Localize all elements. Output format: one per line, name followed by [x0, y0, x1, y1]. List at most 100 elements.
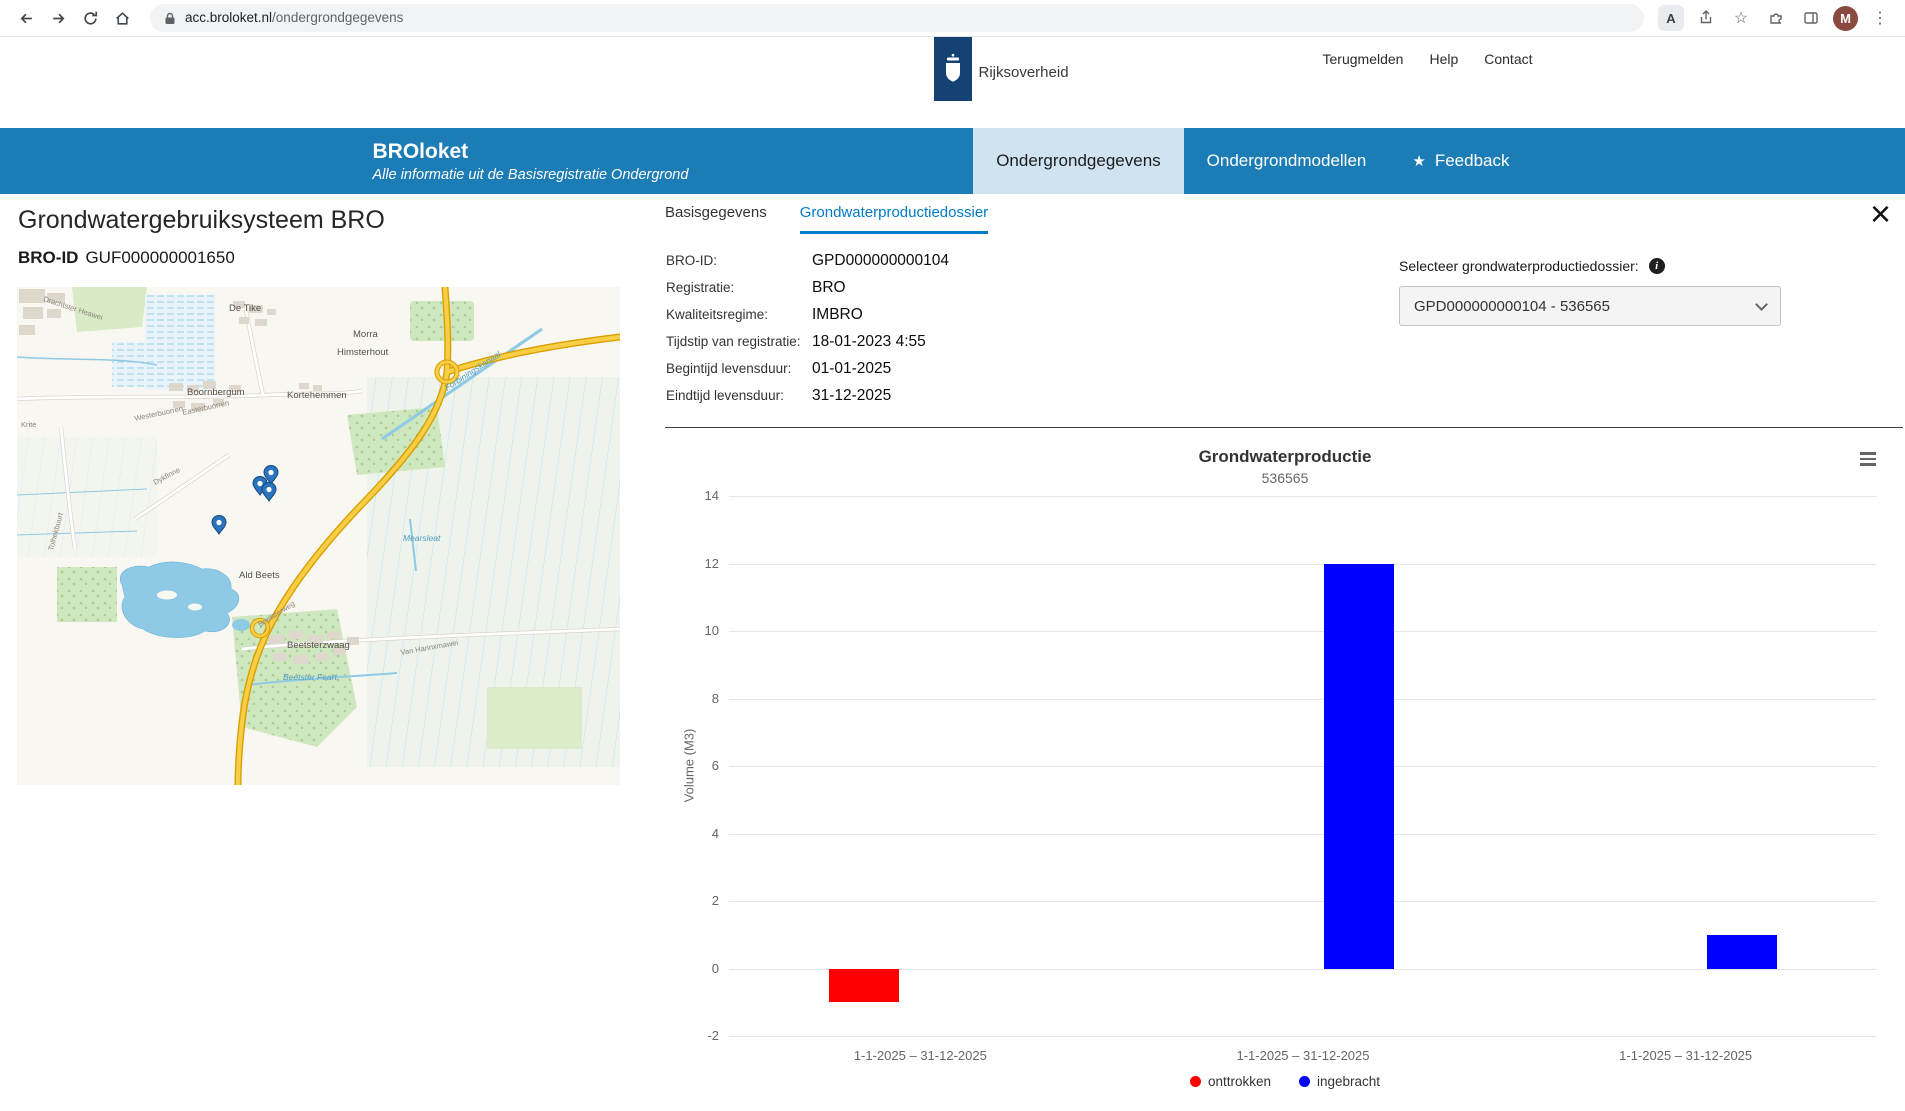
y-axis-tick: -2: [665, 1028, 719, 1043]
header-links: Terugmelden Help Contact: [1323, 51, 1533, 67]
gridline: [729, 901, 1877, 902]
tab-basisgegevens[interactable]: Basisgegevens: [665, 204, 767, 234]
lake: [120, 562, 239, 638]
legend-label: ingebracht: [1317, 1074, 1380, 1089]
map-label: Beetster Feart: [283, 672, 337, 682]
chart-bar: [1707, 935, 1777, 969]
share-icon[interactable]: [1693, 5, 1719, 31]
chart-canvas: Grondwaterproductie 536565 Volume (M3) o…: [665, 437, 1905, 1111]
link-help[interactable]: Help: [1429, 51, 1458, 67]
x-axis-tick: 1-1-2025 – 31-12-2025: [1193, 1048, 1413, 1063]
y-axis-tick: 12: [665, 556, 719, 571]
rijksoverheid-logo[interactable]: [934, 37, 972, 101]
y-axis-tick: 14: [665, 488, 719, 503]
map-label: Ald Beets: [239, 570, 280, 581]
y-axis-tick: 0: [665, 961, 719, 976]
bro-id-label: BRO-ID: [18, 248, 78, 267]
map-label: Himsterhout: [337, 347, 389, 358]
close-icon[interactable]: ×: [1870, 196, 1891, 232]
chart-title: Grondwaterproductie: [665, 447, 1905, 467]
refresh-icon: [82, 10, 99, 27]
government-header: Rijksoverheid Terugmelden Help Contact: [0, 37, 1905, 128]
back-button[interactable]: [12, 4, 40, 32]
detail-fields: BRO-ID: GPD000000000104 Registratie: BRO…: [666, 252, 949, 414]
address-bar[interactable]: acc.broloket.nl/ondergrondgegevens: [150, 4, 1644, 32]
map-canvas[interactable]: Drachtster HeaweiDe TikeMorraHimsterhout…: [17, 287, 620, 785]
chart-section: Grondwaterproductie 536565 Volume (M3) o…: [665, 437, 1905, 1111]
chart-subtitle: 536565: [665, 470, 1905, 486]
legend-dot: [1190, 1076, 1201, 1087]
tab-grondwaterproductiedossier[interactable]: Grondwaterproductiedossier: [800, 204, 988, 234]
info-icon[interactable]: i: [1649, 258, 1665, 274]
legend-item[interactable]: onttrokken: [1190, 1074, 1271, 1089]
brand-title: BROloket: [373, 140, 689, 164]
legend-item[interactable]: ingebracht: [1299, 1074, 1380, 1089]
extensions-icon[interactable]: [1763, 5, 1789, 31]
browser-toolbar: acc.broloket.nl/ondergrondgegevens A ☆ M…: [0, 0, 1905, 37]
chart-bar: [1324, 564, 1394, 969]
side-panel-icon[interactable]: [1798, 5, 1824, 31]
tab-ondergrondgegevens[interactable]: Ondergrondgegevens: [973, 128, 1183, 194]
dossier-selector: Selecteer grondwaterproductiedossier: i …: [1399, 258, 1781, 326]
brand-subtitle: Alle informatie uit de Basisregistratie …: [373, 167, 689, 183]
rijksoverheid-crest-icon: [942, 53, 964, 85]
gridline: [729, 631, 1877, 632]
map-label: Mearsleat: [403, 533, 441, 543]
x-axis-tick: 1-1-2025 – 31-12-2025: [1576, 1048, 1796, 1063]
dossier-select-value: GPD000000000104 - 536565: [1414, 298, 1610, 315]
star-icon: ★: [1412, 152, 1425, 170]
browser-menu-icon[interactable]: ⋮: [1867, 5, 1893, 31]
chart-bar: [829, 969, 899, 1003]
y-axis-tick: 2: [665, 893, 719, 908]
chevron-down-icon: [1755, 298, 1768, 311]
refresh-button[interactable]: [76, 4, 104, 32]
section-divider: [665, 427, 1903, 428]
y-axis-tick: 6: [665, 758, 719, 773]
gridline: [729, 969, 1877, 970]
detail-panel: Basisgegevens Grondwaterproductiedossier…: [665, 194, 1905, 1111]
map-label: Beetsterzwaag: [287, 640, 350, 651]
bro-id-line: BRO-ID GUF000000001650: [18, 248, 235, 268]
bro-id-value: GUF000000001650: [85, 248, 234, 267]
home-icon: [114, 10, 131, 27]
map[interactable]: Drachtster HeaweiDe TikeMorraHimsterhout…: [17, 287, 620, 785]
brand: BROloket Alle informatie uit de Basisreg…: [373, 128, 689, 194]
map-label: Krite: [21, 420, 36, 429]
map-label: Kortehemmen: [287, 390, 347, 401]
profile-avatar[interactable]: M: [1833, 6, 1858, 31]
bookmark-star-icon[interactable]: ☆: [1728, 5, 1754, 31]
legend-label: onttrokken: [1208, 1074, 1271, 1089]
chart-legend: onttrokken ingebracht: [665, 1074, 1905, 1089]
gridline: [729, 496, 1877, 497]
gridline: [729, 834, 1877, 835]
field-row: Eindtijd levensduur: 31-12-2025: [666, 387, 949, 414]
url-path: /ondergrondgegevens: [272, 10, 403, 25]
field-row: Kwaliteitsregime: IMBRO: [666, 306, 949, 333]
tab-ondergrondmodellen[interactable]: Ondergrondmodellen: [1184, 128, 1390, 194]
gridline: [729, 766, 1877, 767]
y-axis-tick: 8: [665, 691, 719, 706]
x-axis-tick: 1-1-2025 – 31-12-2025: [810, 1048, 1030, 1063]
field-row: BRO-ID: GPD000000000104: [666, 252, 949, 279]
field-row: Tijdstip van registratie: 18-01-2023 4:5…: [666, 333, 949, 360]
lock-icon[interactable]: [164, 12, 176, 25]
map-label: Boornbergum: [187, 387, 245, 398]
forward-icon: [50, 10, 67, 27]
url-host: acc.broloket.nl: [185, 10, 272, 25]
gridline: [729, 1036, 1877, 1037]
home-button[interactable]: [108, 4, 136, 32]
link-contact[interactable]: Contact: [1484, 51, 1532, 67]
map-label: De Tike: [229, 303, 261, 314]
map-label: Morra: [353, 329, 379, 340]
link-terugmelden[interactable]: Terugmelden: [1323, 51, 1404, 67]
gridline: [729, 699, 1877, 700]
forward-button[interactable]: [44, 4, 72, 32]
y-axis-tick: 4: [665, 826, 719, 841]
dossier-select[interactable]: GPD000000000104 - 536565: [1399, 286, 1781, 326]
tab-feedback[interactable]: ★ Feedback: [1389, 128, 1532, 194]
translate-icon[interactable]: A: [1658, 5, 1684, 31]
y-axis-tick: 10: [665, 623, 719, 638]
chart-menu-icon[interactable]: [1857, 449, 1879, 469]
detail-tabs: Basisgegevens Grondwaterproductiedossier: [665, 204, 988, 234]
gridline: [729, 564, 1877, 565]
